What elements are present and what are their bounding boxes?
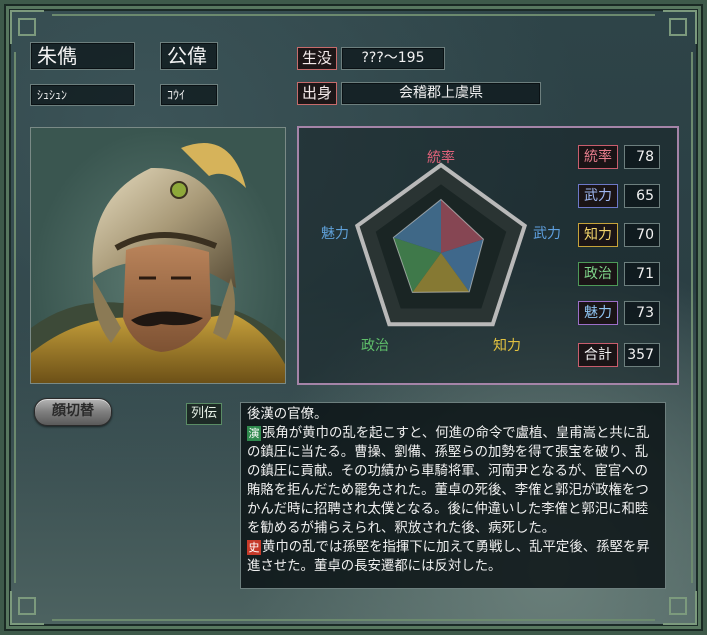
stat-row: 武力 65 [578,184,660,210]
stat-value: 71 [624,262,660,286]
courtesy-reading: ｺｳｲ [160,84,218,106]
stat-row: 知力 70 [578,223,660,249]
stat-label: 統率 [578,145,618,169]
frame-corner-ornament [663,10,697,44]
frame-edge [14,52,16,583]
radar-axis-label: 知力 [493,337,521,354]
radar-axis-label: 政治 [361,338,389,354]
novel-marker-icon: 演 [247,426,261,441]
general-portrait [30,127,286,384]
biography-history-text: 黄巾の乱では孫堅を指揮下に加えて勇戦し、乱平定後、孫堅を昇進させた。董卓の長安遷… [247,540,650,574]
stat-label: 政治 [578,262,618,286]
stat-label: 知力 [578,223,618,247]
stat-value: 70 [624,223,660,247]
face-switch-button[interactable]: 顔切替 [34,398,112,426]
frame-corner-ornament [10,591,44,625]
frame-edge [52,14,655,16]
stat-row: 魅力 73 [578,301,660,327]
biography-novel-paragraph: 演張角が黄巾の乱を起こすと、何進の命令で盧植、皇甫嵩と共に乱の鎮圧に当たる。曹操… [247,424,659,538]
stat-row: 政治 71 [578,262,660,288]
stat-row: 統率 78 [578,145,660,171]
stat-value: 78 [624,145,660,169]
life-label: 生没 [297,47,337,70]
stat-value: 73 [624,301,660,325]
history-marker-icon: 史 [247,540,261,555]
radar-axis-label: 魅力 [321,226,349,242]
stat-label: 魅力 [578,301,618,325]
total-label: 合計 [578,343,618,367]
name-reading: ｼｭｼｭﾝ [30,84,135,106]
radar-axis-label: 武力 [533,226,561,242]
birthplace-label: 出身 [297,82,337,105]
biography-history-paragraph: 史黄巾の乱では孫堅を指揮下に加えて勇戦し、乱平定後、孫堅を昇進させた。董卓の長安… [247,538,659,576]
frame-corner-ornament [10,10,44,44]
frame-edge [691,52,693,583]
biography-novel-text: 張角が黄巾の乱を起こすと、何進の命令で盧植、皇甫嵩と共に乱の鎮圧に当たる。曹操、… [247,426,650,536]
frame-edge [52,619,655,621]
life-value: ???～195 [341,47,445,70]
portrait-illustration [31,143,285,383]
biography-intro: 後漢の官僚。 [247,407,328,422]
courtesy-name: 公偉 [160,42,218,70]
stat-value: 65 [624,184,660,208]
general-name: 朱儁 [30,42,135,70]
biography-label: 列伝 [186,403,222,425]
stat-label: 武力 [578,184,618,208]
total-value: 357 [624,343,660,367]
total-row: 合計 357 [578,343,660,369]
birthplace-value: 会稽郡上虞県 [341,82,541,105]
biography-text-panel[interactable]: 後漢の官僚。 演張角が黄巾の乱を起こすと、何進の命令で盧植、皇甫嵩と共に乱の鎮圧… [240,402,666,589]
frame-corner-ornament [663,591,697,625]
radar-axis-label: 統率 [427,149,455,166]
